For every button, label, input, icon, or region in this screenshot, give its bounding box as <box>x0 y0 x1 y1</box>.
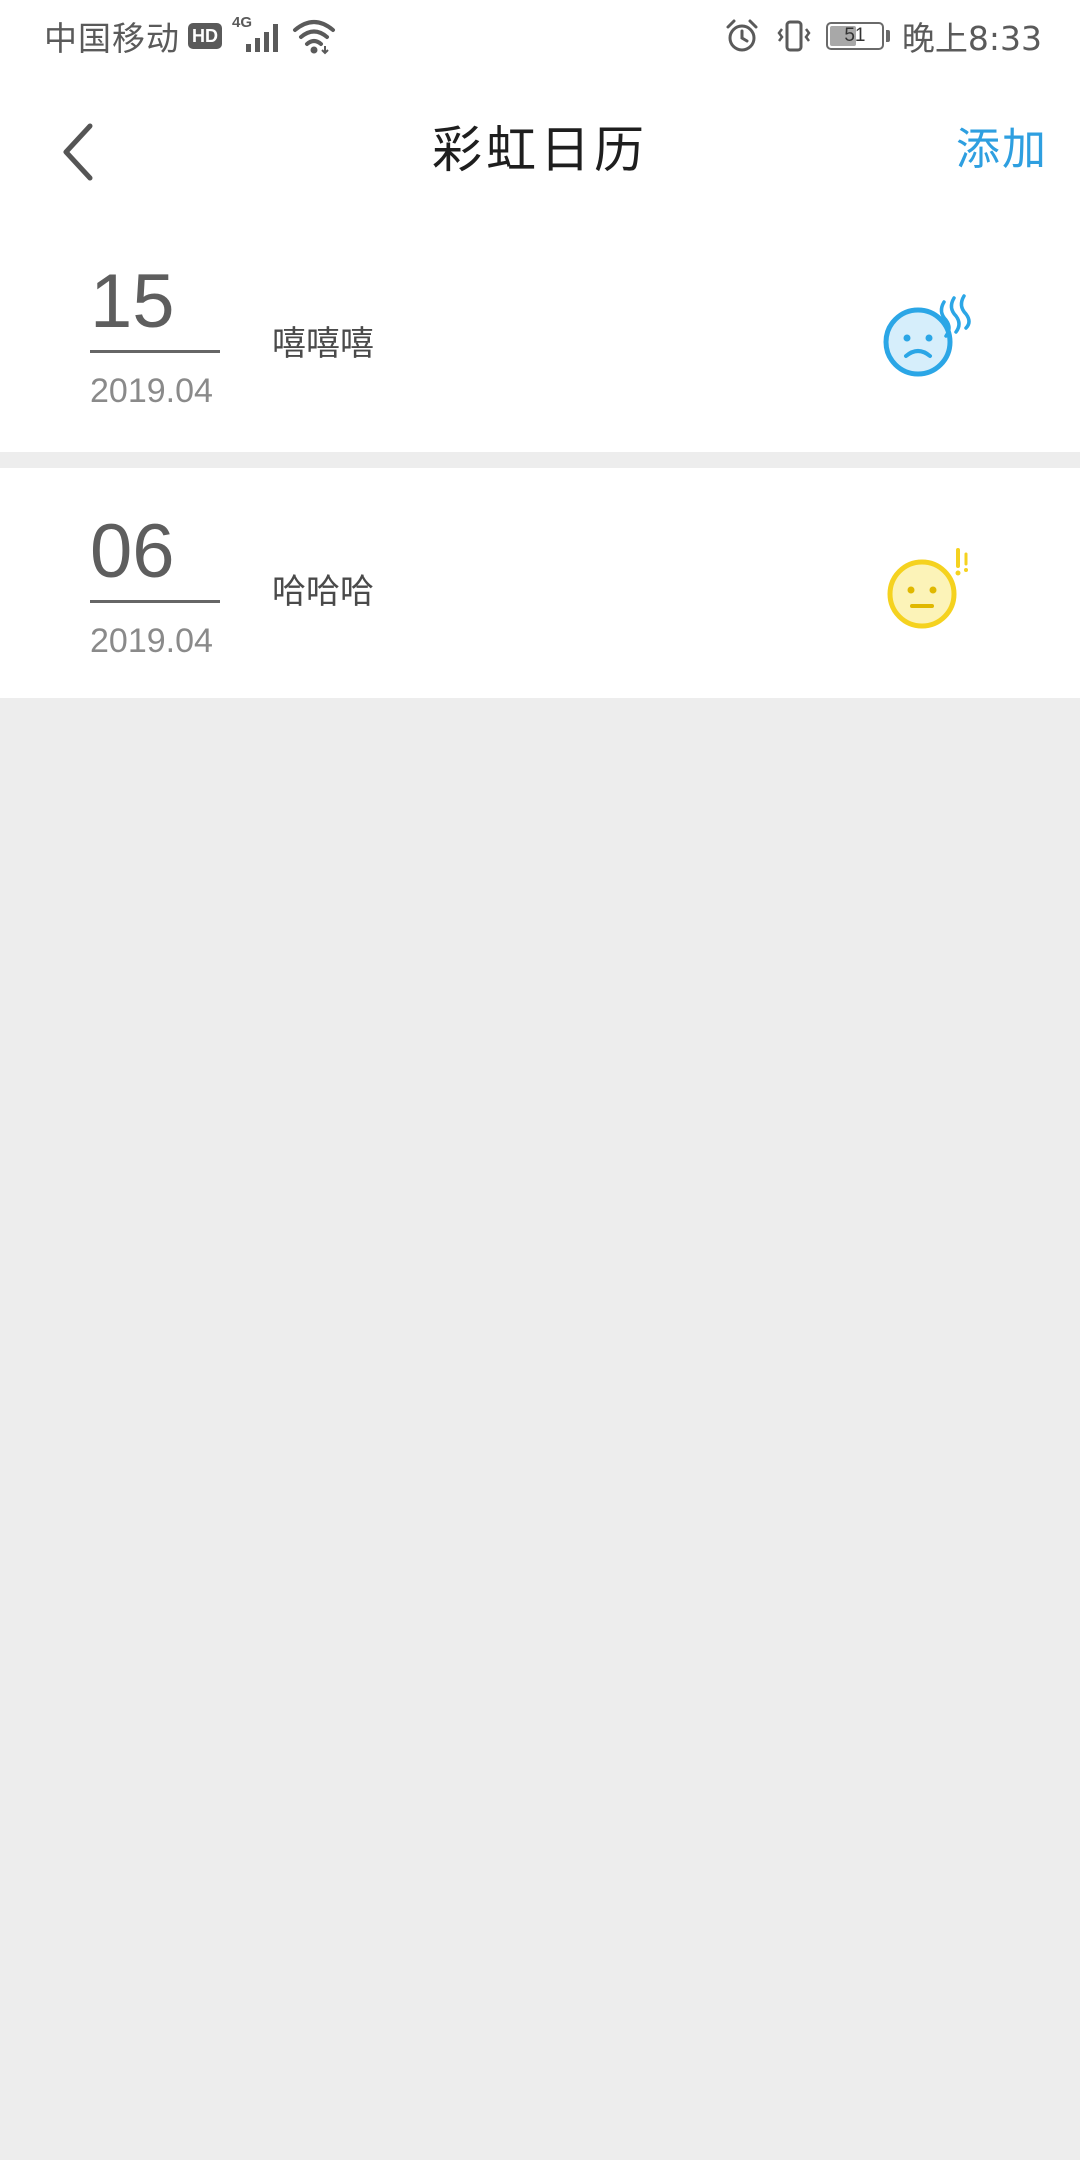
entry-text: 哈哈哈 <box>272 572 374 612</box>
signal-icon: 4G <box>232 14 286 56</box>
entry-month: 2019.04 <box>90 372 213 410</box>
add-button[interactable]: 添加 <box>956 72 1048 228</box>
hd-icon: HD <box>188 23 222 49</box>
entry-day: 15 <box>90 262 220 353</box>
status-bar: 中国移动 HD 4G 51 晚上8:33 <box>0 0 1080 72</box>
entry-month: 2019.04 <box>90 622 213 660</box>
date-block: 15 2019.04 <box>90 262 220 411</box>
page-title: 彩虹日历 <box>432 121 648 179</box>
sad-cold-face-icon <box>883 294 971 377</box>
date-block: 06 2019.04 <box>90 512 220 661</box>
battery-icon: 51 <box>825 22 884 50</box>
battery-level: 51 <box>844 25 866 46</box>
alarm-icon <box>726 19 758 52</box>
carrier-name: 中国移动 <box>44 19 180 58</box>
status-right: 51 晚上8:33 <box>724 0 1042 72</box>
neutral-surprised-face-icon <box>887 548 968 629</box>
network-type: 4G <box>232 14 253 31</box>
list-item[interactable]: 06 2019.04 哈哈哈 <box>0 468 1080 698</box>
entry-text: 嘻嘻嘻 <box>272 324 374 364</box>
vibrate-icon <box>777 20 811 52</box>
wifi-icon <box>293 20 335 55</box>
list-item[interactable]: 15 2019.04 嘻嘻嘻 <box>0 228 1080 452</box>
clock: 晚上8:33 <box>901 19 1042 58</box>
status-left: 中国移动 HD 4G <box>44 0 336 72</box>
entry-day: 06 <box>90 512 220 603</box>
nav-bar: 彩虹日历 添加 <box>0 72 1080 228</box>
